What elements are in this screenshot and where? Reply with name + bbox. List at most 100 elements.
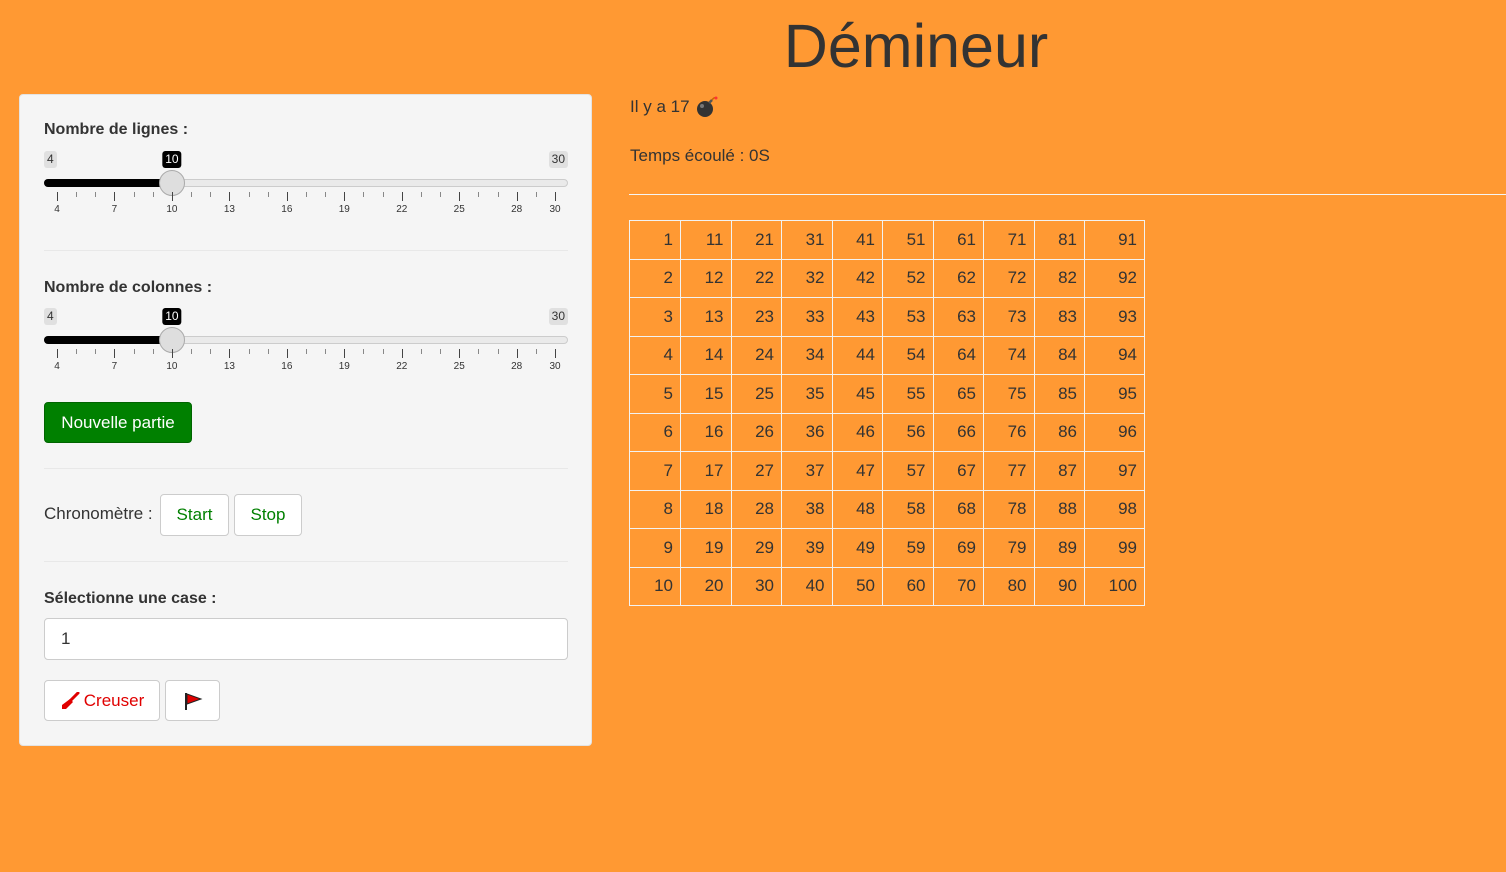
grid-cell[interactable]: 63 [932, 297, 984, 337]
grid-cell[interactable]: 85 [1033, 374, 1085, 414]
grid-cell[interactable]: 42 [831, 258, 883, 298]
flag-button[interactable] [165, 680, 220, 721]
grid-cell[interactable]: 10 [629, 566, 681, 606]
rows-slider[interactable]: 4 30 10 4 7 10 13 16 19 22 25 28 30 [44, 151, 568, 225]
grid-cell[interactable]: 39 [781, 528, 833, 568]
grid-cell[interactable]: 40 [781, 566, 833, 606]
grid-cell[interactable]: 9 [629, 528, 681, 568]
grid-cell[interactable]: 90 [1033, 566, 1085, 606]
grid-cell[interactable]: 43 [831, 297, 883, 337]
grid-cell[interactable]: 71 [983, 220, 1035, 260]
grid-cell[interactable]: 27 [730, 451, 782, 491]
grid-cell[interactable]: 54 [882, 335, 934, 375]
grid-cell[interactable]: 36 [781, 412, 833, 452]
grid-cell[interactable]: 53 [882, 297, 934, 337]
grid-cell[interactable]: 99 [1084, 528, 1145, 568]
grid-cell[interactable]: 34 [781, 335, 833, 375]
grid-cell[interactable]: 74 [983, 335, 1035, 375]
grid-cell[interactable]: 73 [983, 297, 1035, 337]
grid-cell[interactable]: 98 [1084, 489, 1145, 529]
grid-cell[interactable]: 8 [629, 489, 681, 529]
grid-cell[interactable]: 26 [730, 412, 782, 452]
grid-cell[interactable]: 92 [1084, 258, 1145, 298]
grid-cell[interactable]: 50 [831, 566, 883, 606]
grid-cell[interactable]: 94 [1084, 335, 1145, 375]
grid-cell[interactable]: 2 [629, 258, 681, 298]
grid-cell[interactable]: 38 [781, 489, 833, 529]
grid-cell[interactable]: 78 [983, 489, 1035, 529]
cell-select-input[interactable]: 1 [44, 618, 568, 660]
dig-button[interactable]: Creuser [44, 680, 160, 721]
grid-cell[interactable]: 65 [932, 374, 984, 414]
grid-cell[interactable]: 87 [1033, 451, 1085, 491]
grid-cell[interactable]: 19 [680, 528, 732, 568]
grid-cell[interactable]: 95 [1084, 374, 1145, 414]
grid-cell[interactable]: 41 [831, 220, 883, 260]
grid-cell[interactable]: 3 [629, 297, 681, 337]
grid-cell[interactable]: 49 [831, 528, 883, 568]
grid-cell[interactable]: 1 [629, 220, 681, 260]
grid-cell[interactable]: 17 [680, 451, 732, 491]
grid-cell[interactable]: 4 [629, 335, 681, 375]
grid-cell[interactable]: 55 [882, 374, 934, 414]
grid-cell[interactable]: 100 [1084, 566, 1145, 606]
grid-cell[interactable]: 33 [781, 297, 833, 337]
cols-slider[interactable]: 4 30 10 4 7 10 13 16 19 22 25 28 30 [44, 308, 568, 382]
grid-cell[interactable]: 37 [781, 451, 833, 491]
grid-cell[interactable]: 21 [730, 220, 782, 260]
grid-cell[interactable]: 67 [932, 451, 984, 491]
grid-cell[interactable]: 77 [983, 451, 1035, 491]
grid-cell[interactable]: 18 [680, 489, 732, 529]
stop-button[interactable]: Stop [234, 494, 302, 536]
grid-cell[interactable]: 60 [882, 566, 934, 606]
grid-cell[interactable]: 48 [831, 489, 883, 529]
grid-cell[interactable]: 62 [932, 258, 984, 298]
grid-cell[interactable]: 69 [932, 528, 984, 568]
grid-cell[interactable]: 91 [1084, 220, 1145, 260]
grid-cell[interactable]: 96 [1084, 412, 1145, 452]
grid-cell[interactable]: 31 [781, 220, 833, 260]
grid-cell[interactable]: 47 [831, 451, 883, 491]
grid-cell[interactable]: 30 [730, 566, 782, 606]
new-game-button[interactable]: Nouvelle partie [44, 402, 192, 443]
grid-cell[interactable]: 89 [1033, 528, 1085, 568]
grid-cell[interactable]: 80 [983, 566, 1035, 606]
grid-cell[interactable]: 93 [1084, 297, 1145, 337]
grid-cell[interactable]: 84 [1033, 335, 1085, 375]
grid-cell[interactable]: 28 [730, 489, 782, 529]
grid-cell[interactable]: 86 [1033, 412, 1085, 452]
start-button[interactable]: Start [160, 494, 229, 536]
grid-cell[interactable]: 64 [932, 335, 984, 375]
grid-cell[interactable]: 75 [983, 374, 1035, 414]
grid-cell[interactable]: 15 [680, 374, 732, 414]
grid-cell[interactable]: 23 [730, 297, 782, 337]
grid-cell[interactable]: 32 [781, 258, 833, 298]
grid-cell[interactable]: 11 [680, 220, 732, 260]
grid-cell[interactable]: 88 [1033, 489, 1085, 529]
grid-cell[interactable]: 70 [932, 566, 984, 606]
grid-cell[interactable]: 61 [932, 220, 984, 260]
grid-cell[interactable]: 44 [831, 335, 883, 375]
grid-cell[interactable]: 16 [680, 412, 732, 452]
grid-cell[interactable]: 5 [629, 374, 681, 414]
grid-cell[interactable]: 13 [680, 297, 732, 337]
grid-cell[interactable]: 51 [882, 220, 934, 260]
grid-cell[interactable]: 45 [831, 374, 883, 414]
grid-cell[interactable]: 82 [1033, 258, 1085, 298]
grid-cell[interactable]: 35 [781, 374, 833, 414]
grid-cell[interactable]: 72 [983, 258, 1035, 298]
grid-cell[interactable]: 76 [983, 412, 1035, 452]
grid-cell[interactable]: 22 [730, 258, 782, 298]
grid-cell[interactable]: 97 [1084, 451, 1145, 491]
grid-cell[interactable]: 24 [730, 335, 782, 375]
grid-cell[interactable]: 56 [882, 412, 934, 452]
grid-cell[interactable]: 7 [629, 451, 681, 491]
grid-cell[interactable]: 58 [882, 489, 934, 529]
grid-cell[interactable]: 46 [831, 412, 883, 452]
grid-cell[interactable]: 12 [680, 258, 732, 298]
grid-cell[interactable]: 29 [730, 528, 782, 568]
grid-cell[interactable]: 57 [882, 451, 934, 491]
grid-cell[interactable]: 14 [680, 335, 732, 375]
grid-cell[interactable]: 6 [629, 412, 681, 452]
grid-cell[interactable]: 68 [932, 489, 984, 529]
